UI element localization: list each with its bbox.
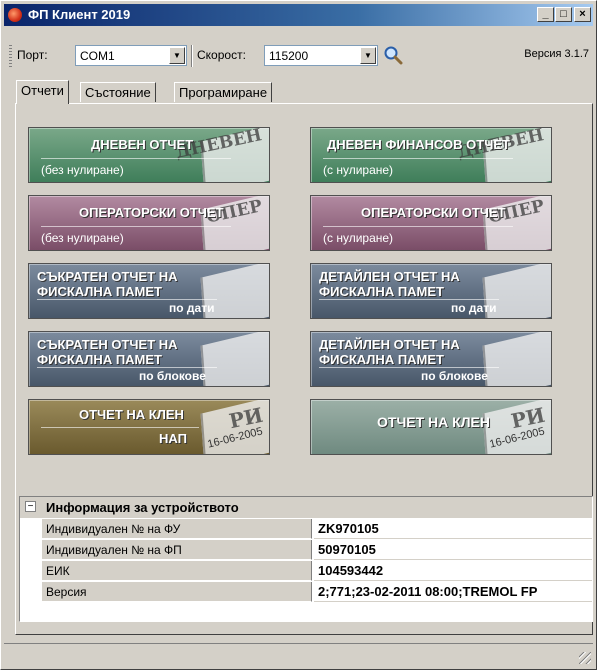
operator-report-no-reset-sub: (без нулиране) — [41, 231, 124, 245]
daily-financial-report-button[interactable]: ДНЕВЕН ДНЕВЕН ФИНАНСОВ ОТЧЕТ (с нулиране… — [310, 127, 552, 183]
short-fm-block-sub: по блокове — [139, 369, 206, 383]
short-fm-report-sub: по дати — [169, 301, 215, 315]
divider-line — [319, 367, 499, 368]
app-logo-icon — [8, 8, 22, 22]
property-name: Индивидуален № на ФП — [42, 540, 312, 560]
operator-report-reset-button[interactable]: ОПЕР ОПЕРАТОРСКИ ОТЧЕТ (с нулиране) — [310, 195, 552, 251]
stamp-decoration — [200, 332, 269, 386]
short-fm-report-title2: ФИСКАЛНА ПАМЕТ — [37, 284, 162, 299]
short-fm-report-by-block-button[interactable]: СЪКРАТЕН ОТЧЕТ НА ФИСКАЛНА ПАМЕТ по блок… — [28, 331, 270, 387]
divider-line — [37, 299, 217, 300]
resize-grip-icon[interactable] — [579, 652, 591, 664]
klen-nap-title: ОТЧЕТ НА КЛЕН — [79, 407, 184, 422]
klen-title: ОТЧЕТ НА КЛЕН — [377, 414, 490, 430]
tab-reports[interactable]: Отчети — [16, 80, 69, 104]
property-name: ЕИК — [42, 561, 312, 581]
short-fm-block-title1: СЪКРАТЕН ОТЧЕТ НА — [37, 337, 178, 352]
divider-line — [323, 158, 513, 159]
minimize-button[interactable]: _ — [537, 7, 554, 22]
detailed-fm-report-title2: ФИСКАЛНА ПАМЕТ — [319, 284, 444, 299]
property-value: 104593442 — [314, 561, 592, 581]
operator-report-reset-title: ОПЕРАТОРСКИ ОТЧЕТ — [361, 205, 506, 220]
chevron-down-icon[interactable]: ▼ — [169, 47, 185, 64]
app-window: ФП Клиент 2019 _ □ × Порт: COM1 ▼ Скорос… — [0, 0, 597, 670]
detailed-fm-block-title2: ФИСКАЛНА ПАМЕТ — [319, 352, 444, 367]
klen-nap-report-button[interactable]: РИ 16-06-2005 ОТЧЕТ НА КЛЕН НАП — [28, 399, 270, 455]
tab-programming[interactable]: Програмиране — [174, 82, 273, 102]
detailed-fm-block-sub: по блокове — [421, 369, 488, 383]
daily-financial-report-title: ДНЕВЕН ФИНАНСОВ ОТЧЕТ — [327, 137, 510, 152]
klen-nap-sub: НАП — [159, 431, 187, 446]
divider-line — [37, 367, 217, 368]
klen-report-button[interactable]: РИ 16-06-2005 ОТЧЕТ НА КЛЕН — [310, 399, 552, 455]
short-fm-block-title2: ФИСКАЛНА ПАМЕТ — [37, 352, 162, 367]
toolbar-separator — [191, 45, 193, 67]
detailed-fm-report-by-block-button[interactable]: ДЕТАЙЛЕН ОТЧЕТ НА ФИСКАЛНА ПАМЕТ по блок… — [310, 331, 552, 387]
speed-label: Скорост: — [197, 48, 246, 62]
window-title: ФП Клиент 2019 — [28, 7, 131, 22]
table-row[interactable]: ЕИК 104593442 — [20, 561, 592, 582]
divider-line — [323, 226, 513, 227]
port-select[interactable]: COM1 ▼ — [75, 45, 187, 66]
status-bar — [4, 643, 593, 666]
detailed-fm-block-title1: ДЕТАЙЛЕН ОТЧЕТ НА — [319, 337, 460, 352]
chevron-down-icon[interactable]: ▼ — [360, 47, 376, 64]
property-name: Индивидуален № на ФУ — [42, 519, 312, 539]
port-value: COM1 — [80, 49, 115, 63]
daily-financial-report-sub: (с нулиране) — [323, 163, 394, 177]
table-row[interactable]: Индивидуален № на ФУ ZK970105 — [20, 519, 592, 540]
tab-status[interactable]: Състояние — [80, 82, 156, 102]
detailed-fm-report-by-date-button[interactable]: ДЕТАЙЛЕН ОТЧЕТ НА ФИСКАЛНА ПАМЕТ по дати — [310, 263, 552, 319]
short-fm-report-by-date-button[interactable]: СЪКРАТЕН ОТЧЕТ НА ФИСКАЛНА ПАМЕТ по дати — [28, 263, 270, 319]
property-value: 2;771;23-02-2011 08:00;TREMOL FP — [314, 582, 592, 602]
magnifier-icon[interactable] — [383, 45, 403, 65]
speed-select[interactable]: 115200 ▼ — [264, 45, 378, 66]
title-bar[interactable]: ФП Клиент 2019 _ □ × — [4, 4, 593, 26]
divider-line — [41, 158, 231, 159]
property-name: Версия — [42, 582, 312, 602]
device-info-header[interactable]: − Информация за устройството — [20, 497, 592, 518]
device-info-grid: − Информация за устройството Индивидуале… — [19, 496, 593, 622]
close-button[interactable]: × — [574, 7, 591, 22]
collapse-icon[interactable]: − — [25, 501, 36, 512]
divider-line — [41, 427, 199, 428]
detailed-fm-report-sub: по дати — [451, 301, 497, 315]
maximize-button[interactable]: □ — [555, 7, 572, 22]
detailed-fm-report-title1: ДЕТАЙЛЕН ОТЧЕТ НА — [319, 269, 460, 284]
operator-report-reset-sub: (с нулиране) — [323, 231, 394, 245]
speed-value: 115200 — [269, 49, 309, 63]
stamp-decoration — [482, 332, 551, 386]
operator-report-no-reset-title: ОПЕРАТОРСКИ ОТЧЕТ — [79, 205, 224, 220]
daily-report-sub: (без нулиране) — [41, 163, 124, 177]
divider-line — [41, 226, 231, 227]
device-info-title: Информация за устройството — [46, 500, 239, 515]
short-fm-report-title1: СЪКРАТЕН ОТЧЕТ НА — [37, 269, 178, 284]
table-row[interactable]: Версия 2;771;23-02-2011 08:00;TREMOL FP — [20, 582, 592, 603]
table-row[interactable]: Индивидуален № на ФП 50970105 — [20, 540, 592, 561]
version-label: Версия 3.1.7 — [524, 48, 589, 60]
property-value: ZK970105 — [314, 519, 592, 539]
toolbar: Порт: COM1 ▼ Скорост: 115200 ▼ Версия 3.… — [9, 43, 593, 69]
port-label: Порт: — [17, 48, 48, 62]
daily-report-button[interactable]: ДНЕВЕН ДНЕВЕН ОТЧЕТ (без нулиране) — [28, 127, 270, 183]
divider-line — [319, 299, 499, 300]
toolbar-grip[interactable] — [9, 45, 12, 67]
daily-report-title: ДНЕВЕН ОТЧЕТ — [91, 137, 194, 152]
property-value: 50970105 — [314, 540, 592, 560]
operator-report-no-reset-button[interactable]: ОПЕР ОПЕРАТОРСКИ ОТЧЕТ (без нулиране) — [28, 195, 270, 251]
